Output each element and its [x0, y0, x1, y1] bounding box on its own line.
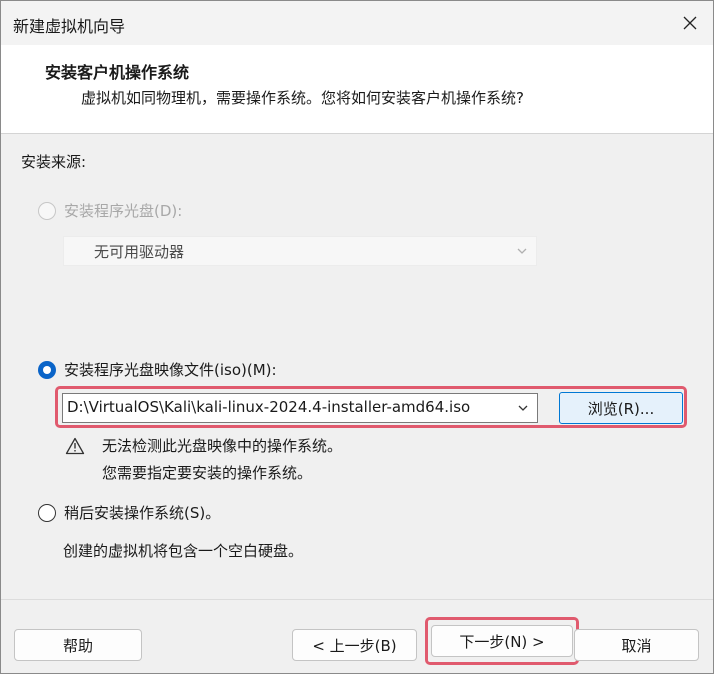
new-vm-wizard-window: 新建虚拟机向导 安装客户机操作系统 虚拟机如同物理机，需要操作系统。您将如何安装…: [0, 0, 714, 674]
next-button[interactable]: 下一步(N) >: [431, 625, 573, 657]
warning-icon: [65, 437, 85, 455]
radio-button-later[interactable]: [38, 503, 56, 522]
cancel-button[interactable]: 取消: [574, 629, 699, 661]
back-button[interactable]: < 上一步(B): [292, 629, 417, 661]
radio-label-disc: 安装程序光盘(D):: [64, 202, 183, 220]
help-button[interactable]: 帮助: [14, 629, 142, 661]
radio-button-disc[interactable]: [38, 201, 56, 220]
radio-install-iso[interactable]: 安装程序光盘映像文件(iso)(M):: [38, 359, 277, 380]
radio-button-iso[interactable]: [38, 360, 56, 379]
warning-text-line2: 您需要指定要安装的操作系统。: [102, 464, 313, 482]
install-source-label: 安装来源:: [21, 153, 87, 171]
chevron-down-icon[interactable]: [517, 402, 529, 414]
later-description: 创建的虚拟机将包含一个空白硬盘。: [63, 542, 304, 560]
warning-text-line1: 无法检测此光盘映像中的操作系统。: [102, 437, 343, 455]
drive-select-value: 无可用驱动器: [94, 243, 185, 261]
wizard-content: 安装来源: 安装程序光盘(D): 无可用驱动器 安装程序光盘映像文件(iso)(…: [1, 134, 713, 599]
iso-path-combo[interactable]: D:\VirtualOS\Kali\kali-linux-2024.4-inst…: [62, 393, 538, 423]
wizard-header: 安装客户机操作系统 虚拟机如同物理机，需要操作系统。您将如何安装客户机操作系统?: [1, 45, 713, 134]
iso-path-value: D:\VirtualOS\Kali\kali-linux-2024.4-inst…: [67, 398, 471, 416]
radio-install-later[interactable]: 稍后安装操作系统(S)。: [38, 502, 220, 523]
close-icon: [683, 16, 697, 30]
page-subtitle: 虚拟机如同物理机，需要操作系统。您将如何安装客户机操作系统?: [81, 89, 524, 107]
chevron-down-icon: [517, 248, 527, 254]
window-title: 新建虚拟机向导: [13, 17, 126, 36]
drive-select[interactable]: 无可用驱动器: [63, 236, 537, 266]
radio-label-iso: 安装程序光盘映像文件(iso)(M):: [64, 361, 277, 379]
radio-install-disc[interactable]: 安装程序光盘(D):: [38, 200, 182, 221]
title-bar[interactable]: 新建虚拟机向导: [1, 1, 713, 45]
wizard-footer: 帮助 < 上一步(B) 下一步(N) > 取消: [1, 599, 713, 673]
browse-button[interactable]: 浏览(R)...: [559, 392, 683, 424]
radio-label-later: 稍后安装操作系统(S)。: [64, 504, 221, 522]
close-button[interactable]: [667, 1, 713, 45]
page-title: 安装客户机操作系统: [45, 63, 190, 82]
